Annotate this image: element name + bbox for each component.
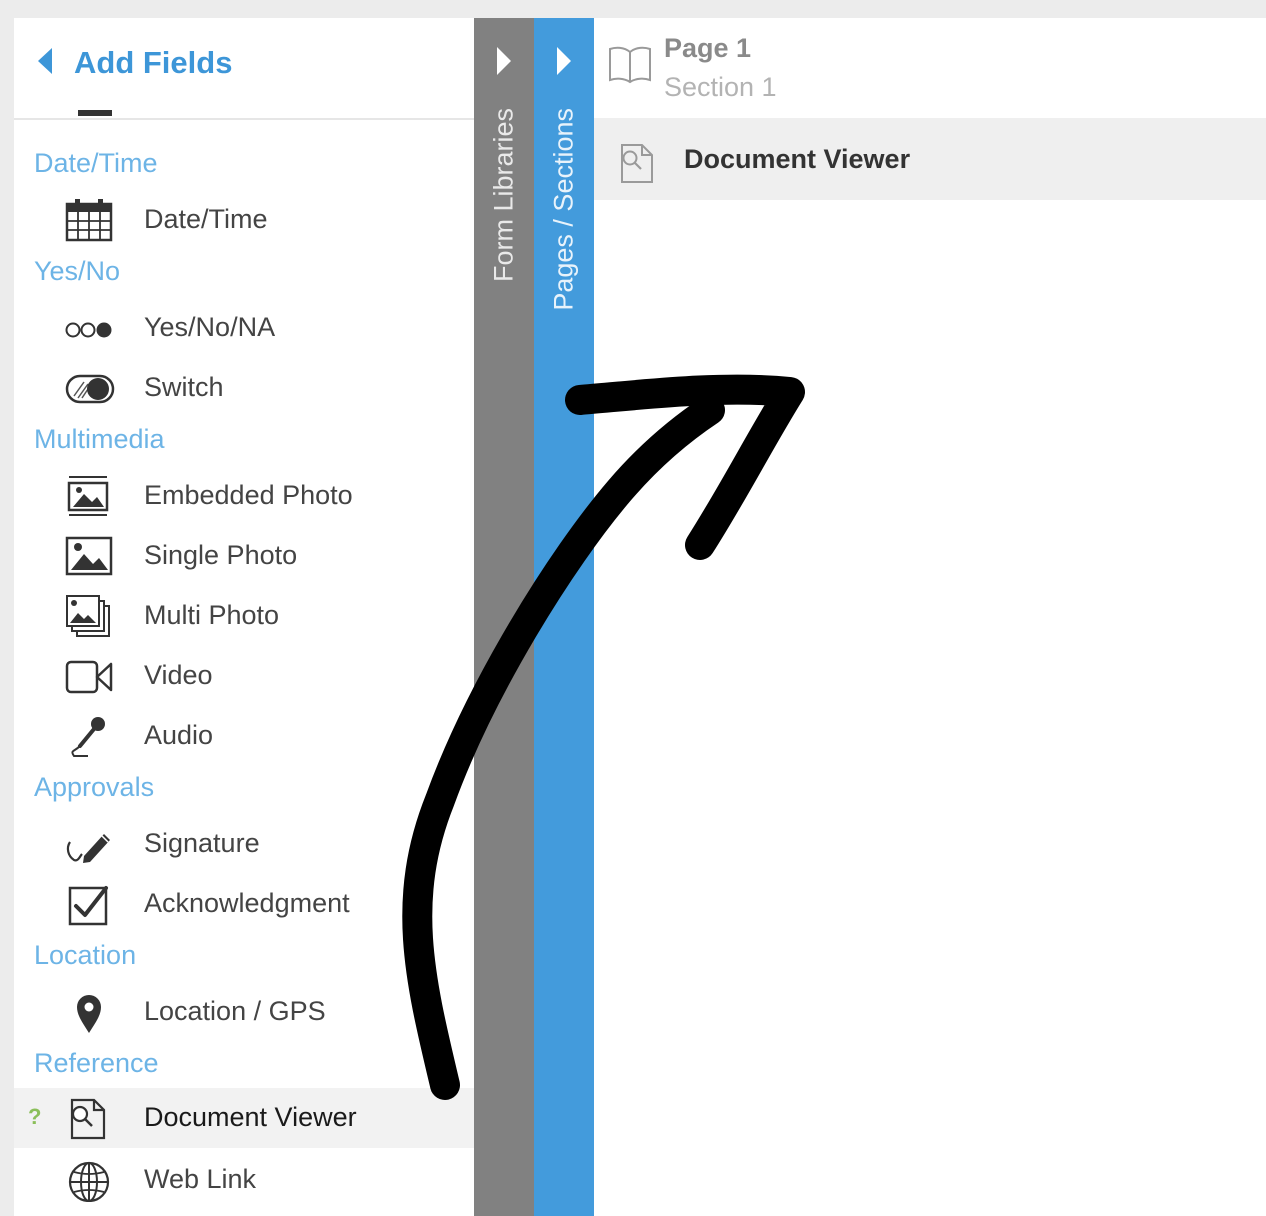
panel-title: Add Fields	[74, 45, 233, 80]
globe-icon	[68, 1161, 110, 1202]
field-item-label: Signature	[144, 828, 260, 858]
three-dots-icon	[65, 322, 112, 338]
field-item-document-viewer[interactable]: ? Document Viewer	[14, 1088, 474, 1148]
field-item-single-photo[interactable]: Single Photo	[14, 528, 474, 584]
field-item-multi-photo[interactable]: Multi Photo	[14, 588, 474, 644]
field-item-label: Embedded Photo	[144, 480, 353, 510]
field-item-web-link[interactable]: Web Link	[14, 1152, 474, 1208]
document-search-icon	[621, 144, 653, 183]
field-list[interactable]: Date/Time Date/Time Yes/No Yes/No/NA Swi…	[14, 110, 474, 1216]
category-location: Location	[34, 940, 137, 970]
page-header[interactable]: Page 1 Section 1	[594, 18, 1266, 118]
chevron-left-icon[interactable]	[36, 46, 56, 76]
video-camera-icon	[65, 660, 113, 694]
tab-label: Pages / Sections	[548, 108, 579, 311]
section-title: Section 1	[664, 72, 777, 102]
form-field-document-viewer[interactable]: Document Viewer	[594, 118, 1266, 200]
field-item-acknowledgment[interactable]: Acknowledgment	[14, 876, 474, 932]
field-item-label: Document Viewer	[144, 1102, 357, 1132]
field-item-label: Video	[144, 660, 213, 690]
add-fields-panel: Add Fields Date/Time Date/Time Yes/No Ye…	[14, 18, 474, 1216]
help-icon[interactable]: ?	[28, 1104, 41, 1130]
field-item-signature[interactable]: Signature	[14, 816, 474, 872]
field-item-datetime[interactable]: Date/Time	[14, 192, 474, 248]
checkbox-checked-icon	[68, 886, 108, 926]
field-item-audio[interactable]: Audio	[14, 708, 474, 764]
chevron-right-icon[interactable]	[556, 46, 572, 76]
tab-form-libraries[interactable]: Form Libraries	[474, 18, 534, 1216]
signature-pen-icon	[66, 834, 110, 863]
chevron-right-icon[interactable]	[496, 46, 512, 76]
form-canvas: Page 1 Section 1 Document Viewer	[594, 18, 1266, 1216]
list-item	[66, 110, 266, 122]
category-yesno: Yes/No	[34, 256, 121, 286]
toggle-switch-icon	[65, 374, 115, 404]
field-item-label: Single Photo	[144, 540, 298, 570]
panel-header: Add Fields	[14, 18, 474, 120]
microphone-icon	[71, 717, 105, 757]
field-item-label: Web Link	[144, 1164, 257, 1194]
multi-image-icon	[66, 595, 110, 637]
category-multimedia: Multimedia	[34, 424, 165, 454]
field-item-yesnona[interactable]: Yes/No/NA	[14, 300, 474, 356]
field-item-label: Switch	[144, 372, 224, 402]
embedded-photo-icon	[67, 476, 109, 516]
page-title: Page 1	[664, 33, 752, 63]
field-item-label: Audio	[144, 720, 214, 750]
field-item-label: Multi Photo	[144, 600, 280, 630]
calendar-icon	[65, 199, 113, 242]
field-item-label: Location / GPS	[144, 996, 326, 1026]
field-item-location-gps[interactable]: Location / GPS	[14, 984, 474, 1040]
field-item-video[interactable]: Video	[14, 648, 474, 704]
open-book-icon	[609, 46, 651, 84]
document-search-icon	[70, 1098, 106, 1140]
field-item-label: Yes/No/NA	[144, 312, 276, 342]
field-item-label: Date/Time	[144, 204, 268, 234]
form-field-label: Document Viewer	[684, 144, 911, 174]
map-pin-icon	[77, 995, 101, 1033]
tab-label: Form Libraries	[488, 108, 519, 283]
field-item-label: Acknowledgment	[144, 888, 350, 918]
category-reference: Reference	[34, 1048, 159, 1078]
field-item-embedded-photo[interactable]: Embedded Photo	[14, 468, 474, 524]
tab-pages-sections[interactable]: Pages / Sections	[534, 18, 594, 1216]
category-datetime: Date/Time	[34, 148, 158, 178]
field-item-switch[interactable]: Switch	[14, 360, 474, 416]
image-icon	[65, 536, 113, 576]
category-approvals: Approvals	[34, 772, 155, 802]
